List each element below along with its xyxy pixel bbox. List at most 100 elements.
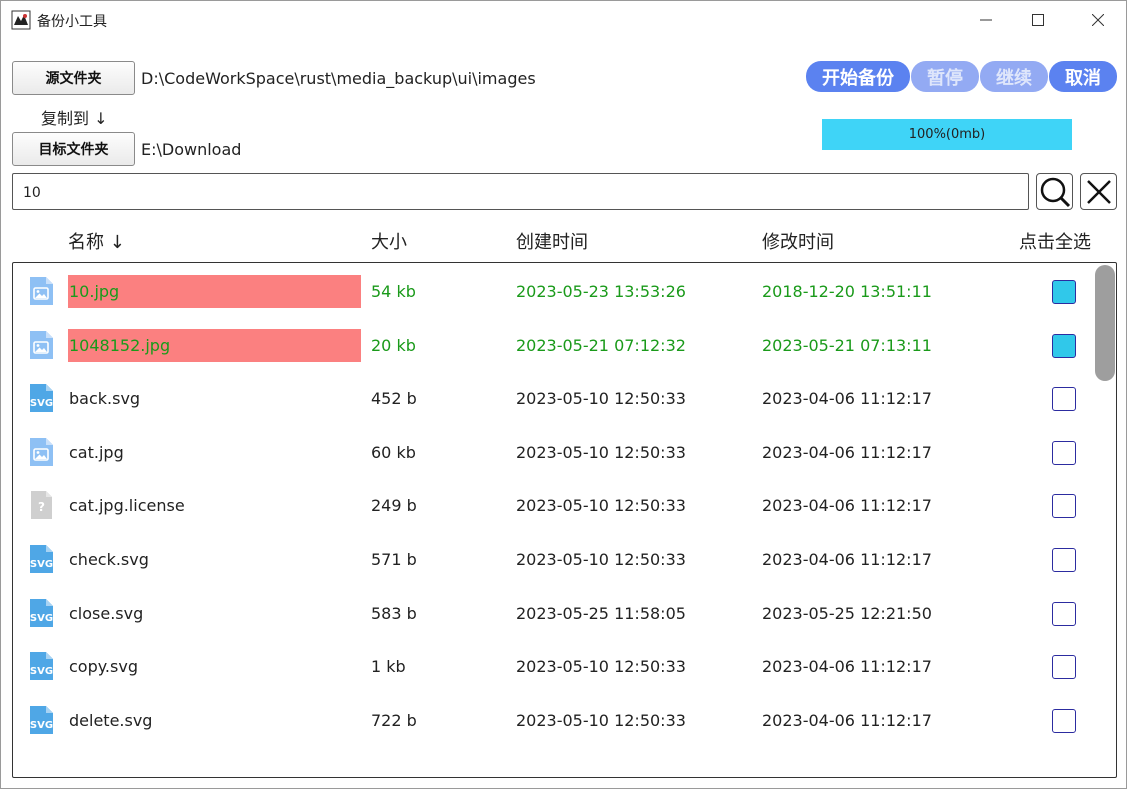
file-name: 10.jpg [69, 282, 120, 301]
svg-file-icon: SVG [26, 651, 56, 681]
file-row[interactable]: SVG back.svg 452 b 2023-05-10 12:50:33 2… [13, 371, 1093, 425]
select-all-button[interactable]: 点击全选 [1019, 228, 1091, 254]
file-row[interactable]: SVG copy.svg 1 kb 2023-05-10 12:50:33 20… [13, 639, 1093, 693]
file-name: delete.svg [69, 710, 153, 730]
minimize-button[interactable] [963, 1, 1009, 39]
file-checkbox[interactable] [1052, 333, 1076, 358]
file-created-time: 2023-05-21 07:12:32 [516, 335, 686, 355]
file-modified-time: 2023-04-06 11:12:17 [762, 442, 932, 462]
file-size: 452 b [371, 389, 417, 409]
image-file-icon [26, 437, 56, 467]
file-row[interactable]: SVG delete.svg 722 b 2023-05-10 12:50:33… [13, 693, 1093, 747]
file-modified-time: 2023-04-06 11:12:17 [762, 657, 932, 677]
column-header-modified[interactable]: 修改时间 [762, 228, 834, 254]
file-created-time: 2023-05-23 13:53:26 [516, 282, 686, 301]
file-created-time: 2023-05-10 12:50:33 [516, 442, 686, 462]
title-bar: 备份小工具 [1, 1, 1126, 39]
file-row[interactable]: SVG close.svg 583 b 2023-05-25 11:58:05 … [13, 586, 1093, 640]
pause-button[interactable]: 暂停 [911, 61, 979, 92]
cancel-button[interactable]: 取消 [1049, 61, 1117, 92]
file-size: 583 b [371, 603, 417, 623]
file-created-time: 2023-05-10 12:50:33 [516, 657, 686, 677]
target-folder-button[interactable]: 目标文件夹 [12, 132, 135, 166]
file-created-time: 2023-05-25 11:58:05 [516, 603, 686, 623]
column-header-size[interactable]: 大小 [371, 228, 407, 254]
window-title: 备份小工具 [37, 14, 107, 30]
minimize-icon [980, 19, 992, 21]
file-checkbox[interactable] [1052, 440, 1076, 465]
file-checkbox[interactable] [1052, 494, 1076, 519]
svg-file-icon: SVG [26, 544, 56, 574]
column-header-name[interactable]: 名称 ↓ [68, 228, 125, 254]
maximize-icon [1032, 14, 1044, 26]
file-name: 1048152.jpg [69, 335, 171, 355]
file-row[interactable]: 1048152.jpg 20 kb 2023-05-21 07:12:32 20… [13, 318, 1093, 372]
close-icon [1092, 14, 1104, 26]
column-header-created[interactable]: 创建时间 [516, 228, 588, 254]
file-modified-time: 2023-05-25 12:21:50 [762, 603, 932, 623]
svg-text:SVG: SVG [30, 720, 53, 731]
file-checkbox[interactable] [1052, 387, 1076, 412]
file-size: 54 kb [371, 282, 416, 301]
svg-file-icon: SVG [26, 705, 56, 735]
file-size: 60 kb [371, 442, 416, 462]
file-modified-time: 2023-04-06 11:12:17 [762, 710, 932, 730]
image-file-icon [26, 330, 56, 360]
file-checkbox[interactable] [1052, 655, 1076, 680]
resume-button[interactable]: 继续 [980, 61, 1048, 92]
file-modified-time: 2023-05-21 07:13:11 [762, 335, 932, 355]
file-modified-time: 2023-04-06 11:12:17 [762, 496, 932, 516]
source-folder-button[interactable]: 源文件夹 [12, 61, 135, 95]
close-window-button[interactable] [1075, 1, 1121, 39]
file-size: 20 kb [371, 335, 416, 355]
file-checkbox[interactable] [1052, 708, 1076, 733]
main-window: 备份小工具 源文件夹 D:\CodeWorkSpace\rust\media_b… [0, 0, 1127, 789]
progress-text: 100%(0mb) [908, 127, 986, 142]
file-checkbox[interactable] [1052, 601, 1076, 626]
file-list: 10.jpg 54 kb 2023-05-23 13:53:26 2018-12… [12, 262, 1117, 778]
file-checkbox[interactable] [1052, 548, 1076, 572]
file-modified-time: 2023-04-06 11:12:17 [762, 550, 932, 569]
file-created-time: 2023-05-10 12:50:33 [516, 710, 686, 730]
svg-text:SVG: SVG [30, 613, 53, 624]
file-created-time: 2023-05-10 12:50:33 [516, 550, 686, 569]
search-box [12, 173, 1029, 211]
file-row[interactable]: cat.jpg 60 kb 2023-05-10 12:50:33 2023-0… [13, 425, 1093, 479]
svg-file-icon: SVG [26, 383, 56, 413]
svg-file-icon: SVG [26, 598, 56, 628]
file-created-time: 2023-05-10 12:50:33 [516, 496, 686, 516]
copy-to-label: 复制到 ↓ [41, 109, 108, 128]
close-icon [1086, 179, 1111, 204]
scrollbar[interactable] [1095, 265, 1115, 777]
file-size: 249 b [371, 496, 417, 516]
file-row[interactable]: ? cat.jpg.license 249 b 2023-05-10 12:50… [13, 478, 1093, 532]
progress-bar: 100%(0mb) [822, 119, 1072, 150]
image-file-icon [26, 276, 56, 306]
file-name: back.svg [69, 389, 141, 409]
file-modified-time: 2023-04-06 11:12:17 [762, 389, 932, 409]
file-size: 1 kb [371, 657, 406, 677]
target-path: E:\Download [141, 140, 242, 159]
maximize-button[interactable] [1015, 1, 1061, 39]
start-backup-button[interactable]: 开始备份 [806, 61, 910, 92]
file-name: copy.svg [69, 657, 138, 677]
file-name: check.svg [69, 550, 149, 569]
file-row[interactable]: 10.jpg 54 kb 2023-05-23 13:53:26 2018-12… [13, 264, 1093, 318]
search-icon [1040, 177, 1070, 207]
app-icon [11, 10, 31, 30]
unknown-file-icon: ? [26, 490, 56, 520]
svg-text:SVG: SVG [30, 559, 53, 570]
file-size: 571 b [371, 550, 417, 569]
search-button[interactable] [1036, 173, 1073, 210]
file-name: cat.jpg [69, 442, 124, 462]
file-size: 722 b [371, 710, 417, 730]
svg-text:SVG: SVG [30, 666, 53, 677]
search-input[interactable] [21, 174, 1015, 211]
file-row[interactable]: SVG check.svg 571 b 2023-05-10 12:50:33 … [13, 532, 1093, 586]
file-name: cat.jpg.license [69, 496, 185, 516]
source-path: D:\CodeWorkSpace\rust\media_backup\ui\im… [141, 69, 536, 88]
clear-search-button[interactable] [1080, 173, 1117, 210]
scrollbar-thumb[interactable] [1095, 265, 1115, 381]
file-checkbox[interactable] [1052, 280, 1076, 304]
svg-text:?: ? [38, 500, 45, 514]
